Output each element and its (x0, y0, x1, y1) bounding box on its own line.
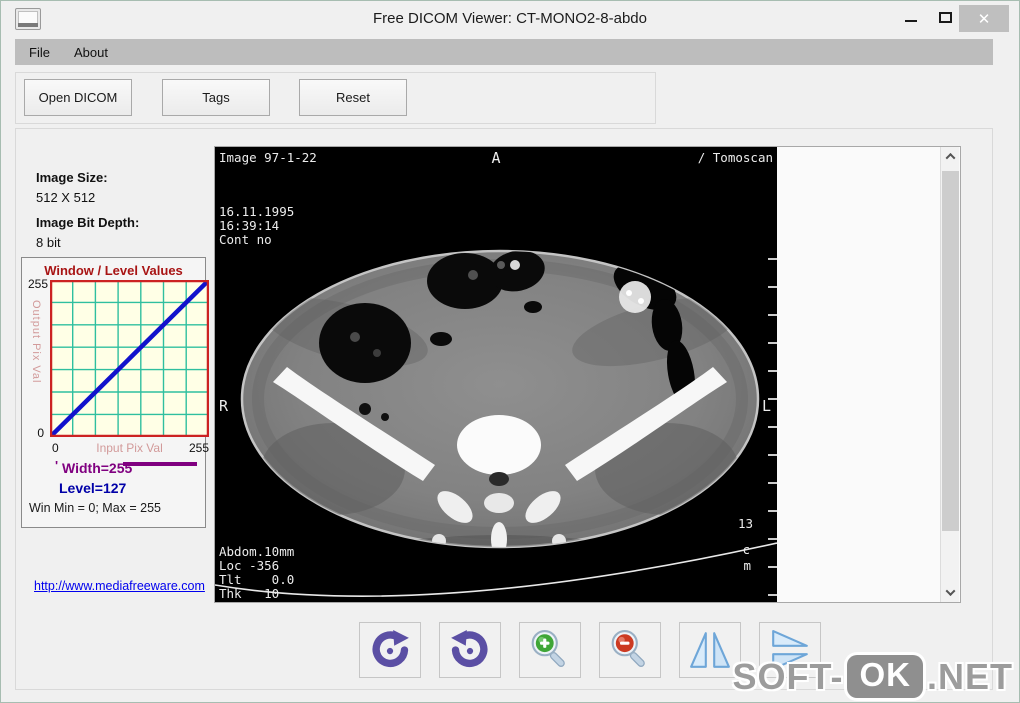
overlay-scanner: / Tomoscan (698, 151, 773, 165)
maximize-button[interactable] (929, 1, 961, 33)
ct-image[interactable]: Image 97-1-22 A / Tomoscan 16.11.1995 16… (215, 147, 777, 602)
scroll-up-button[interactable] (941, 147, 960, 166)
window-range-text: Win Min = 0; Max = 255 (29, 501, 161, 515)
overlay-date: 16.11.1995 (219, 205, 294, 219)
menu-file[interactable]: File (29, 45, 50, 60)
window-level-panel: Window / Level Values 255 Output Pix Val… (21, 257, 206, 528)
y-min-tick: 0 (30, 426, 44, 440)
image-size-value: 512 X 512 (36, 190, 95, 205)
scrollbar-thumb[interactable] (942, 171, 959, 531)
menu-about[interactable]: About (74, 45, 108, 60)
minimize-icon (905, 20, 917, 22)
toolbar: Open DICOM Tags Reset (15, 72, 656, 124)
overlay-series: Abdom.10mm (219, 545, 294, 559)
overlay-contrast: Cont no (219, 233, 272, 247)
flip-horizontal-icon (689, 629, 731, 671)
bit-depth-label: Image Bit Depth: (36, 215, 139, 230)
open-dicom-button[interactable]: Open DICOM (24, 79, 132, 116)
overlay-orientation-left: L (762, 399, 771, 413)
app-window: Free DICOM Viewer: CT-MONO2-8-abdo ✕ Fil… (0, 0, 1020, 703)
overlay-scale-value: 13 (738, 517, 753, 531)
watermark-right: .NET (927, 656, 1013, 698)
chevron-down-icon (946, 586, 956, 596)
zoom-out-icon (609, 629, 651, 671)
mediafreeware-link[interactable]: http://www.mediafreeware.com (34, 579, 205, 593)
overlay-tilt: Tlt 0.0 (219, 573, 294, 587)
window-title: Free DICOM Viewer: CT-MONO2-8-abdo (1, 10, 1019, 27)
overlay-thickness: Thk 10 (219, 587, 279, 601)
image-size-label: Image Size: (36, 170, 108, 185)
menu-bar: File About (15, 39, 993, 65)
window-level-title: Window / Level Values (22, 263, 205, 278)
width-slider-bar[interactable] (123, 462, 197, 466)
zoom-out-button[interactable] (599, 622, 661, 678)
overlay-scale-unit-m: m (743, 559, 751, 573)
zoom-in-icon (529, 629, 571, 671)
scroll-down-button[interactable] (941, 583, 960, 602)
overlay-scale-unit-c: c (742, 543, 750, 557)
y-max-tick: 255 (22, 277, 48, 291)
x-max-tick: 255 (189, 441, 209, 455)
window-level-chart (50, 280, 209, 437)
rotate-counterclockwise-icon (449, 629, 491, 671)
overlay-orientation-anterior: A (215, 151, 777, 165)
x-axis-row: 0 Input Pix Val 255 (50, 441, 209, 455)
x-axis-label: Input Pix Val (50, 441, 209, 455)
bit-depth-value: 8 bit (36, 235, 61, 250)
ct-scan-graphic (215, 147, 777, 602)
y-axis-label: Output Pix Val (30, 300, 42, 420)
vertical-scrollbar[interactable] (940, 147, 959, 602)
minimize-button[interactable] (895, 1, 927, 33)
rotate-clockwise-icon (369, 629, 411, 671)
level-value: Level=127 (59, 480, 126, 496)
reset-button[interactable]: Reset (299, 79, 407, 116)
overlay-time: 16:39:14 (219, 219, 279, 233)
image-viewer: Image 97-1-22 A / Tomoscan 16.11.1995 16… (214, 146, 961, 603)
zoom-in-button[interactable] (519, 622, 581, 678)
rotate-counterclockwise-button[interactable] (439, 622, 501, 678)
title-bar: Free DICOM Viewer: CT-MONO2-8-abdo ✕ (1, 1, 1019, 37)
soft-ok-watermark: SOFT- OK .NET (732, 655, 1013, 698)
watermark-left: SOFT- (732, 656, 843, 698)
width-value: Width=255 (62, 460, 132, 476)
overlay-orientation-right: R (219, 399, 228, 413)
width-tick-mark: ' (55, 458, 58, 473)
watermark-ok-badge: OK (847, 655, 923, 698)
tags-button[interactable]: Tags (162, 79, 270, 116)
chevron-up-icon (946, 153, 956, 163)
close-icon: ✕ (978, 10, 991, 28)
overlay-location: Loc -356 (219, 559, 279, 573)
maximize-icon (939, 12, 952, 23)
close-button[interactable]: ✕ (959, 5, 1009, 32)
rotate-clockwise-button[interactable] (359, 622, 421, 678)
